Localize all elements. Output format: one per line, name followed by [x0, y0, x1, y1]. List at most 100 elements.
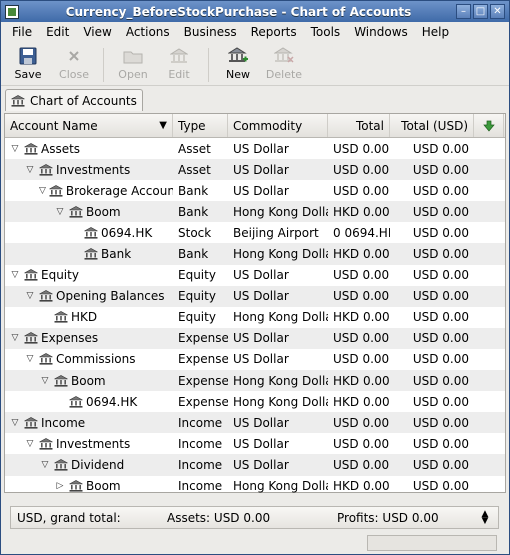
table-row[interactable]: ▽ Expenses Expense US Dollar USD 0.00 USD 0.0… [5, 327, 505, 349]
close-button[interactable]: Close [51, 46, 97, 81]
total-cell: USD 0.00 [333, 141, 390, 156]
currency-spin-icon[interactable]: ▲ ▼ [478, 509, 492, 525]
bank-icon [11, 94, 25, 107]
bank-icon [24, 416, 38, 429]
account-name-label: Assets [41, 141, 81, 156]
account-name-cell: ▽ Dividend [5, 458, 173, 472]
account-rows: ▽ Assets Asset US Dollar USD 0.00 USD 0.00 ▽ In… [5, 138, 505, 497]
expander-open-icon[interactable]: ▽ [9, 269, 21, 281]
menu-edit[interactable]: Edit [39, 25, 76, 39]
bank-icon [39, 290, 53, 302]
account-name-cell: ▽ Investments [5, 163, 173, 177]
commodity-cell: US Dollar [233, 352, 289, 367]
close-window-button[interactable]: ✕ [490, 4, 505, 19]
expander-open-icon[interactable]: ▽ [39, 375, 51, 387]
table-row[interactable]: ▽ Investments Income US Dollar USD 0.00 USD 0… [5, 433, 505, 454]
account-type-cell: Equity [178, 289, 216, 304]
table-row[interactable]: ▽ Opening Balances Equity US Dollar USD 0.00… [5, 285, 505, 307]
menu-business[interactable]: Business [177, 25, 244, 39]
account-type-cell: Expense [178, 331, 228, 346]
account-name-cell: 0694.HK [5, 395, 173, 409]
table-row[interactable]: ▽ Equity Equity US Dollar USD 0.00 USD 0.00 [5, 265, 505, 286]
column-header-total-usd[interactable]: Total (USD) [390, 114, 474, 137]
open-button[interactable]: Open [110, 46, 156, 81]
window-title: Currency_BeforeStockPurchase - Chart of … [65, 4, 412, 19]
new-account-button[interactable]: New [215, 46, 261, 81]
save-label: Save [14, 68, 42, 81]
expander-open-icon[interactable]: ▽ [9, 143, 21, 155]
total-usd-cell: USD 0.00 [412, 204, 469, 219]
table-row[interactable]: ▽ Boom Expense Hong Kong Dollar HKD 0.00 USD … [5, 370, 505, 392]
menu-help[interactable]: Help [415, 25, 456, 39]
main-window: Currency_BeforeStockPurchase - Chart of … [0, 0, 510, 555]
column-header-total[interactable]: Total [328, 114, 390, 137]
table-row[interactable]: ▽ Brokerage Account Bank US Dollar USD 0.00 U… [5, 180, 505, 201]
total-cell: USD 0.00 [333, 415, 390, 430]
menu-reports[interactable]: Reports [244, 25, 304, 39]
total-usd-cell: USD 0.00 [412, 183, 469, 198]
column-header-account-name[interactable]: Account Name ▼ [5, 114, 173, 137]
column-header-type[interactable]: Type [173, 114, 228, 137]
bank-icon [39, 353, 53, 366]
menu-tools[interactable]: Tools [304, 25, 348, 39]
maximize-button[interactable]: □ [473, 4, 488, 19]
table-row[interactable]: ▽ Dividend Income US Dollar USD 0.00 USD 0.00 [5, 454, 505, 476]
account-type-cell: Equity [178, 268, 216, 283]
save-button[interactable]: Save [5, 46, 51, 81]
table-row[interactable]: ▽ Income Income US Dollar USD 0.00 USD 0.00 [5, 412, 505, 434]
account-type-cell: Income [178, 479, 223, 494]
total-usd-cell: USD 0.00 [412, 415, 469, 430]
table-row[interactable]: ▽ Commissions Expense US Dollar USD 0.00 USD … [5, 349, 505, 370]
total-cell: USD 0.00 [333, 289, 390, 304]
bank-icon [69, 480, 83, 492]
account-type-cell: Expense [178, 394, 228, 409]
menu-file[interactable]: File [5, 25, 39, 39]
menu-windows[interactable]: Windows [347, 25, 415, 39]
commodity-cell: Hong Kong Dollar [233, 394, 328, 409]
tab-chart-of-accounts[interactable]: Chart of Accounts [5, 89, 143, 111]
expander-open-icon[interactable]: ▽ [39, 459, 51, 471]
table-row[interactable]: 0694.HK Expense Hong Kong Dollar HKD 0.00 US… [5, 391, 505, 412]
column-header-commodity[interactable]: Commodity [228, 114, 328, 137]
expander-open-icon[interactable]: ▽ [24, 438, 36, 450]
expander-open-icon[interactable]: ▽ [24, 290, 36, 302]
delete-button[interactable]: Delete [261, 46, 307, 81]
edit-button[interactable]: Edit [156, 46, 202, 81]
expander-closed-icon[interactable]: ▷ [54, 480, 66, 492]
bank-icon [54, 374, 68, 387]
account-name-label: HKD [71, 310, 98, 325]
tab-bar: Chart of Accounts [1, 86, 509, 111]
table-row[interactable]: ▽ Assets Asset US Dollar USD 0.00 USD 0.00 [5, 138, 505, 159]
table-row[interactable]: ▷ Boom Income Hong Kong Dollar HKD 0.00 USD 0… [5, 476, 505, 497]
total-usd-cell: USD 0.00 [412, 162, 469, 177]
menu-actions[interactable]: Actions [119, 25, 177, 39]
new-bank-icon [228, 46, 248, 66]
table-row[interactable]: 0694.HK Stock Beijing Airport 0 0694.HK USD … [5, 222, 505, 243]
menu-view[interactable]: View [76, 25, 118, 39]
minimize-button[interactable]: – [456, 4, 471, 19]
table-row[interactable]: ▽ Boom Bank Hong Kong Dollar HKD 0.00 USD 0.0… [5, 201, 505, 223]
app-icon [5, 4, 19, 19]
delete-label: Delete [265, 68, 303, 81]
table-row[interactable]: HKD Equity Hong Kong Dollar HKD 0.00 USD 0.0… [5, 307, 505, 328]
account-name-cell: ▽ Assets [5, 142, 173, 156]
title-bar[interactable]: Currency_BeforeStockPurchase - Chart of … [1, 1, 509, 22]
summary-label: USD, grand total: [17, 510, 121, 525]
expander-open-icon[interactable]: ▽ [24, 353, 36, 365]
green-down-arrow-icon [482, 120, 495, 132]
toolbar-separator [208, 48, 209, 82]
commodity-cell: Hong Kong Dollar [233, 247, 328, 262]
table-row[interactable]: Bank Bank Hong Kong Dollar HKD 0.00 USD 0.00 [5, 243, 505, 265]
expander-open-icon[interactable]: ▽ [9, 332, 21, 344]
account-type-cell: Income [178, 415, 223, 430]
expander-open-icon[interactable]: ▽ [39, 185, 46, 197]
commodity-cell: Hong Kong Dollar [233, 373, 328, 388]
account-name-label: Opening Balances [56, 289, 165, 304]
expander-open-icon[interactable]: ▽ [54, 206, 66, 218]
column-chooser-button[interactable] [474, 114, 504, 137]
expander-open-icon[interactable]: ▽ [9, 417, 21, 429]
expander-open-icon[interactable]: ▽ [24, 164, 36, 176]
total-cell: HKD 0.00 [333, 373, 390, 388]
table-row[interactable]: ▽ Investments Asset US Dollar USD 0.00 USD 0.… [5, 159, 505, 181]
